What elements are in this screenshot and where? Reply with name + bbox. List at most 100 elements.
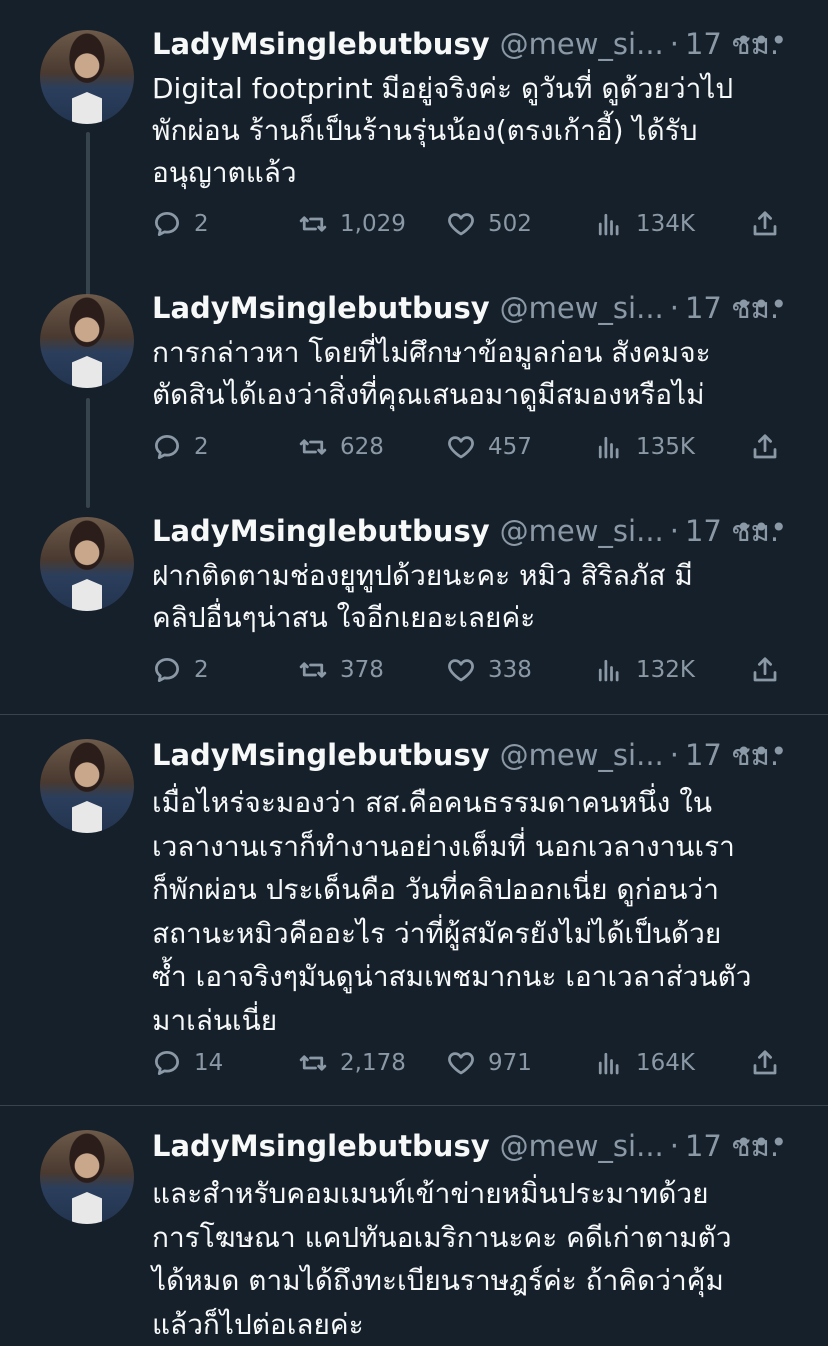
user-handle[interactable]: @mew_si...	[500, 738, 664, 772]
avatar[interactable]	[40, 294, 134, 388]
like-count: 457	[488, 434, 532, 460]
separator-dot: ·	[670, 27, 679, 61]
retweet-button[interactable]: 378	[298, 650, 384, 690]
text-line: ฝากติดตามช่องยูทูปด้วยนะคะ หมิว สิริลภัส…	[152, 555, 788, 597]
user-handle[interactable]: @mew_si...	[500, 1129, 664, 1163]
reply-button[interactable]: 14	[152, 1043, 223, 1083]
reply-icon	[152, 432, 182, 462]
reply-count: 2	[194, 657, 209, 683]
reply-count: 2	[194, 434, 209, 460]
more-options-icon[interactable]: •••	[735, 1126, 788, 1159]
retweet-icon	[298, 1048, 328, 1078]
heart-icon	[446, 432, 476, 462]
tweet[interactable]: LadyMsinglebutbusy @mew_si... · 17 ชม. •…	[0, 1105, 828, 1340]
user-handle[interactable]: @mew_si...	[500, 27, 664, 61]
tweet[interactable]: LadyMsinglebutbusy @mew_si... · 17 ชม. •…	[0, 511, 828, 711]
text-line: ได้หมด ตามได้ถึงทะเบียนราษฎร์ค่ะ ถ้าคิดว…	[152, 1259, 788, 1303]
like-count: 338	[488, 657, 532, 683]
view-count: 132K	[636, 657, 695, 683]
views-button[interactable]: 134K	[594, 204, 695, 244]
retweet-icon	[298, 209, 328, 239]
reply-button[interactable]: 2	[152, 204, 209, 244]
more-options-icon[interactable]: •••	[735, 735, 788, 768]
like-button[interactable]: 338	[446, 650, 532, 690]
avatar[interactable]	[40, 30, 134, 124]
retweet-icon	[298, 432, 328, 462]
reply-count: 14	[194, 1050, 223, 1076]
reply-count: 2	[194, 211, 209, 237]
reply-button[interactable]: 2	[152, 427, 209, 467]
retweet-button[interactable]: 628	[298, 427, 384, 467]
tweet[interactable]: LadyMsinglebutbusy @mew_si... · 17 ชม. •…	[0, 714, 828, 1105]
like-button[interactable]: 971	[446, 1043, 532, 1083]
tweet-header: LadyMsinglebutbusy @mew_si... · 17 ชม. •…	[152, 1126, 788, 1166]
share-button[interactable]	[750, 204, 792, 244]
reply-icon	[152, 655, 182, 685]
text-line: อนุญาตแล้ว	[152, 152, 788, 194]
text-line: และสำหรับคอมเมนท์เข้าข่ายหมิ่นประมาทด้วย	[152, 1172, 788, 1216]
display-name[interactable]: LadyMsinglebutbusy	[152, 514, 490, 548]
like-count: 971	[488, 1050, 532, 1076]
avatar[interactable]	[40, 1130, 134, 1224]
action-bar: 14 2,178 971 164K	[152, 1043, 788, 1083]
display-name[interactable]: LadyMsinglebutbusy	[152, 27, 490, 61]
text-line: Digital footprint มีอยู่จริงค่ะ ดูวันที่…	[152, 68, 788, 110]
heart-icon	[446, 209, 476, 239]
avatar[interactable]	[40, 739, 134, 833]
more-options-icon[interactable]: •••	[735, 511, 788, 544]
more-options-icon[interactable]: •••	[735, 288, 788, 321]
more-options-icon[interactable]: •••	[735, 24, 788, 57]
retweet-button[interactable]: 1,029	[298, 204, 406, 244]
action-bar: 2 1,029 502 134K	[152, 204, 788, 244]
reply-button[interactable]: 2	[152, 650, 209, 690]
share-icon	[750, 655, 780, 685]
text-line: การโฆษณา แคปทันอเมริกานะคะ คดีเก่าตามตัว	[152, 1216, 788, 1260]
tweet-text: การกล่าวหา โดยที่ไม่ศึกษาข้อมูลก่อน สังค…	[152, 332, 788, 416]
share-icon	[750, 1048, 780, 1078]
tweet-header: LadyMsinglebutbusy @mew_si... · 17 ชม. •…	[152, 24, 788, 64]
views-button[interactable]: 135K	[594, 427, 695, 467]
retweet-count: 628	[340, 434, 384, 460]
retweet-count: 378	[340, 657, 384, 683]
share-icon	[750, 209, 780, 239]
analytics-icon	[594, 1048, 624, 1078]
text-line: ก็พักผ่อน ประเด็นคือ วันที่คลิปออกเนี่ย …	[152, 868, 788, 912]
retweet-icon	[298, 655, 328, 685]
retweet-count: 1,029	[340, 211, 406, 237]
display-name[interactable]: LadyMsinglebutbusy	[152, 291, 490, 325]
retweet-button[interactable]: 2,178	[298, 1043, 406, 1083]
share-button[interactable]	[750, 1043, 792, 1083]
display-name[interactable]: LadyMsinglebutbusy	[152, 1129, 490, 1163]
display-name[interactable]: LadyMsinglebutbusy	[152, 738, 490, 772]
views-button[interactable]: 132K	[594, 650, 695, 690]
share-button[interactable]	[750, 650, 792, 690]
text-line: สถานะหมิวคืออะไร ว่าที่ผู้สมัครยังไม่ได้…	[152, 912, 788, 956]
text-line: แล้วก็ไปต่อเลยค่ะ	[152, 1303, 788, 1346]
tweet-text: เมื่อไหร่จะมองว่า สส.คือคนธรรมดาคนหนึ่ง …	[152, 781, 788, 1042]
thread-line	[86, 132, 90, 308]
separator-dot: ·	[670, 514, 679, 548]
tweet[interactable]: LadyMsinglebutbusy @mew_si... · 17 ชม. •…	[0, 288, 828, 488]
text-line: พักผ่อน ร้านก็เป็นร้านรุ่นน้อง(ตรงเก้าอี…	[152, 110, 788, 152]
separator-dot: ·	[670, 1129, 679, 1163]
tweet[interactable]: LadyMsinglebutbusy @mew_si... · 17 ชม. •…	[0, 24, 828, 284]
text-line: ซ้ำ เอาจริงๆมันดูน่าสมเพชมากนะ เอาเวลาส่…	[152, 955, 788, 999]
views-button[interactable]: 164K	[594, 1043, 695, 1083]
user-handle[interactable]: @mew_si...	[500, 514, 664, 548]
share-button[interactable]	[750, 427, 792, 467]
analytics-icon	[594, 432, 624, 462]
analytics-icon	[594, 655, 624, 685]
share-icon	[750, 432, 780, 462]
analytics-icon	[594, 209, 624, 239]
user-handle[interactable]: @mew_si...	[500, 291, 664, 325]
like-button[interactable]: 457	[446, 427, 532, 467]
reply-icon	[152, 1048, 182, 1078]
separator-dot: ·	[670, 738, 679, 772]
action-bar: 2 378 338 132K	[152, 650, 788, 690]
tweet-text: Digital footprint มีอยู่จริงค่ะ ดูวันที่…	[152, 68, 788, 194]
text-line: เมื่อไหร่จะมองว่า สส.คือคนธรรมดาคนหนึ่ง …	[152, 781, 788, 825]
thread-line	[86, 398, 90, 508]
text-line: คลิปอื่นๆน่าสน ใจอีกเยอะเลยค่ะ	[152, 597, 788, 639]
like-button[interactable]: 502	[446, 204, 532, 244]
avatar[interactable]	[40, 517, 134, 611]
